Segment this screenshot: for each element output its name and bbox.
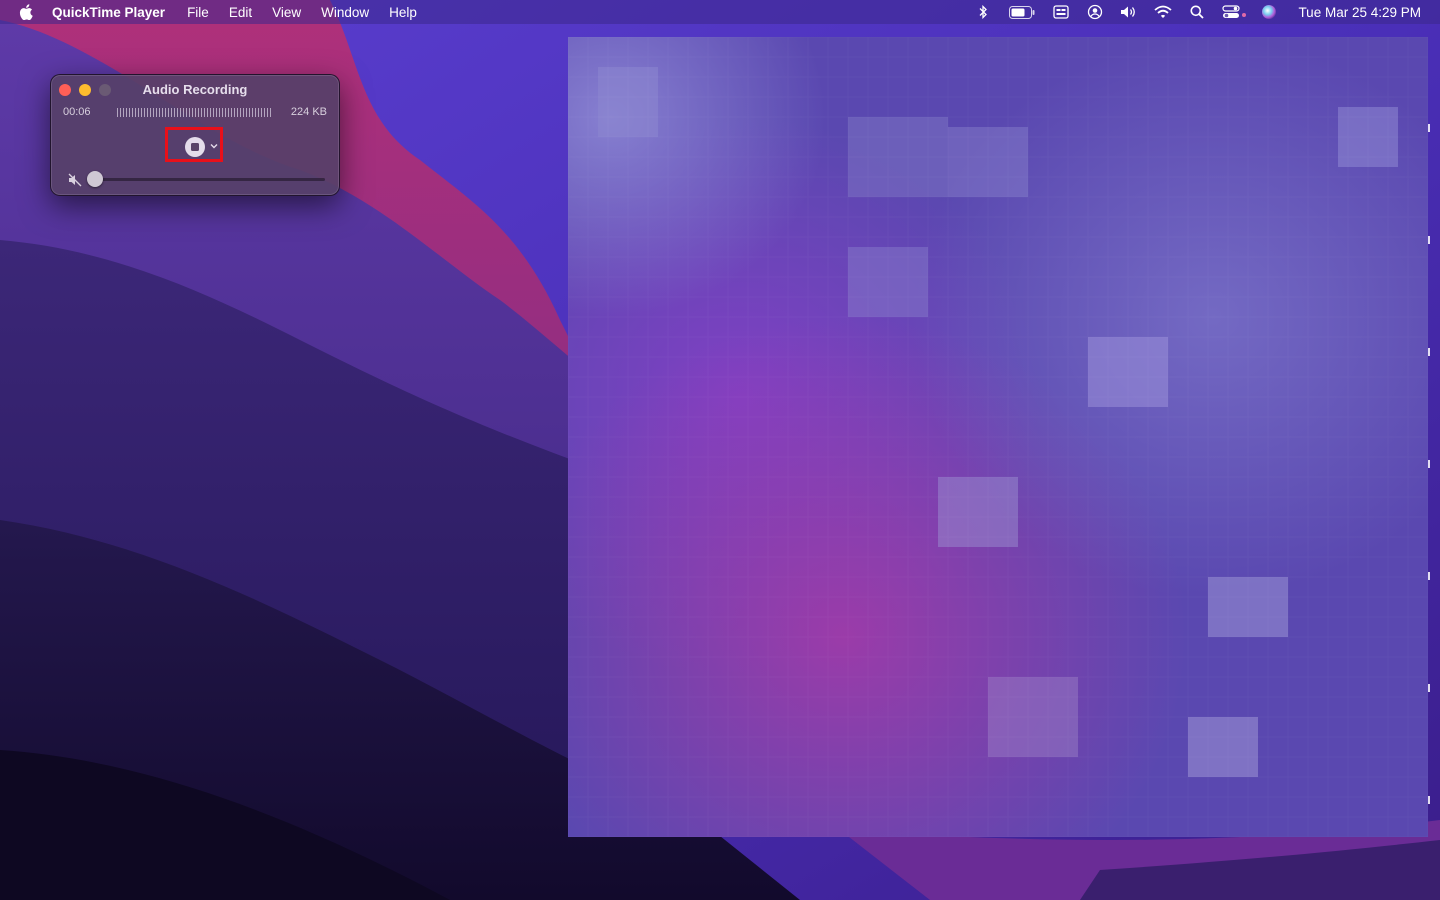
edge-marker [1428, 572, 1430, 580]
audio-recording-window: Audio Recording 00:06 224 KB [50, 74, 340, 196]
edge-marker [1428, 460, 1430, 468]
menu-file[interactable]: File [187, 5, 209, 20]
muted-speaker-icon [68, 173, 82, 187]
elapsed-time: 00:06 [63, 106, 91, 118]
window-title: Audio Recording [142, 82, 248, 97]
menu-help[interactable]: Help [389, 5, 417, 20]
menu-edit[interactable]: Edit [229, 5, 252, 20]
user-icon[interactable] [1086, 3, 1104, 21]
edge-marker [1428, 124, 1430, 132]
volume-slider[interactable] [95, 178, 325, 181]
battery-icon[interactable] [1008, 3, 1036, 21]
blurred-window-content [568, 37, 1428, 837]
control-center-icon[interactable] [1222, 3, 1248, 21]
menu-bar-clock[interactable]: Tue Mar 25 4:29 PM [1298, 5, 1421, 20]
app-menu[interactable]: QuickTime Player [52, 5, 165, 20]
volume-slider-knob[interactable] [87, 171, 103, 187]
siri-icon[interactable] [1260, 3, 1278, 21]
input-menu-icon[interactable] [1052, 3, 1070, 21]
stop-recording-button[interactable] [185, 137, 205, 157]
wifi-icon[interactable] [1154, 3, 1173, 21]
volume-icon[interactable] [1120, 3, 1138, 21]
edge-marker [1428, 348, 1430, 356]
menu-bar: QuickTime Player File Edit View Window H… [0, 0, 1440, 24]
edge-marker [1428, 236, 1430, 244]
menu-view[interactable]: View [272, 5, 301, 20]
menu-window[interactable]: Window [321, 5, 369, 20]
chevron-down-icon[interactable] [209, 139, 219, 151]
spotlight-search-icon[interactable] [1188, 3, 1206, 21]
audio-level-meter [117, 108, 273, 117]
stop-icon [191, 143, 199, 151]
file-size: 224 KB [290, 106, 327, 118]
bluetooth-icon[interactable] [974, 3, 992, 21]
apple-logo-icon[interactable] [18, 3, 34, 21]
edge-marker [1428, 684, 1430, 692]
edge-marker [1428, 796, 1430, 804]
